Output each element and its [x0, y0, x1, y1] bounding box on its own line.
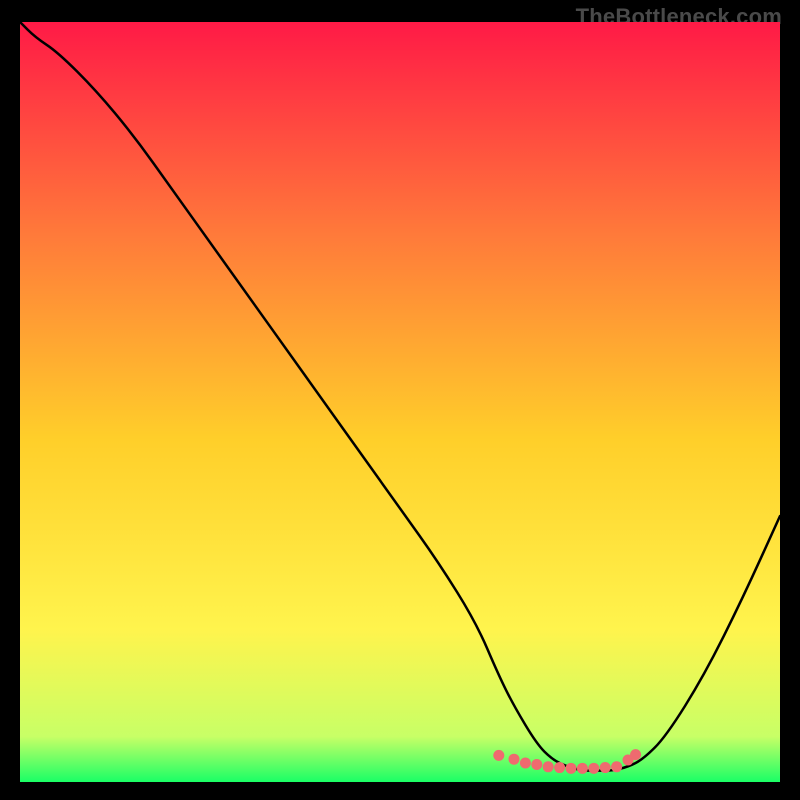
marker-dot — [493, 750, 504, 761]
marker-dot — [554, 762, 565, 773]
bottleneck-chart — [20, 22, 780, 782]
marker-dot — [531, 759, 542, 770]
marker-dot — [577, 763, 588, 774]
marker-dot — [600, 762, 611, 773]
marker-dot — [588, 763, 599, 774]
marker-dot — [611, 761, 622, 772]
marker-dot — [520, 758, 531, 769]
marker-dot — [630, 749, 641, 760]
marker-dot — [543, 761, 554, 772]
marker-dot — [509, 754, 520, 765]
chart-frame: TheBottleneck.com — [0, 0, 800, 800]
marker-dot — [566, 763, 577, 774]
